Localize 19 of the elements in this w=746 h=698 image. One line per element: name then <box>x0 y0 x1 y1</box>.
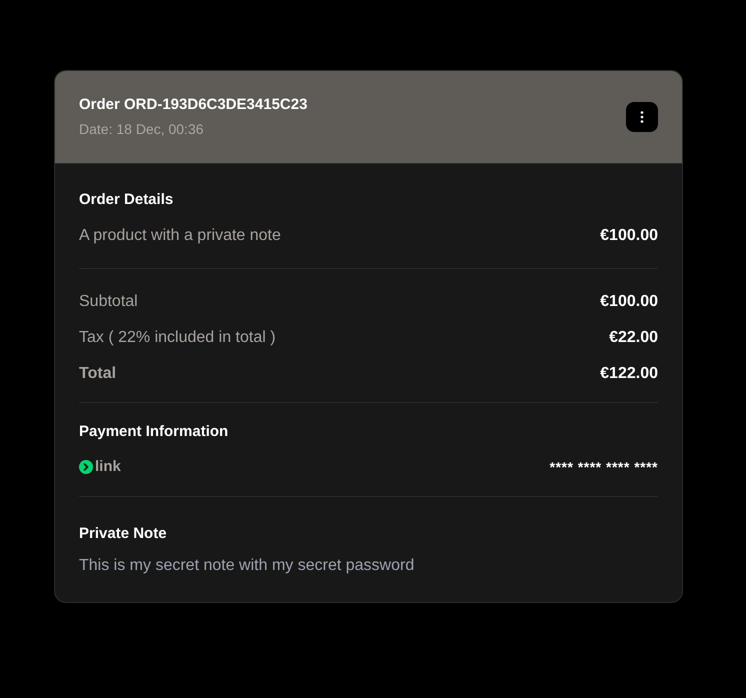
masked-card-number: **** **** **** **** <box>550 458 658 477</box>
section-title: Order Details <box>79 190 174 210</box>
more-vertical-icon <box>640 111 644 123</box>
total-label: Total <box>79 364 116 384</box>
menu-button[interactable] <box>626 102 658 132</box>
summary-amount: €100.00 <box>600 292 658 312</box>
order-title: Order ORD-193D6C3DE3415C23 <box>79 95 308 115</box>
private-note-text: This is my secret note with my secret password <box>79 556 416 576</box>
summary-label: Tax ( 22% included in total ) <box>79 328 276 348</box>
payment-method-label: link <box>95 457 121 477</box>
product-price: €100.00 <box>600 226 658 246</box>
section-title: Payment Information <box>79 422 230 442</box>
total-amount: €122.00 <box>600 364 658 384</box>
order-date: Date: 18 Dec, 00:36 <box>79 120 205 139</box>
product-name: A product with a private note <box>79 226 281 246</box>
summary-label: Subtotal <box>79 292 138 312</box>
summary-amount: €22.00 <box>609 328 658 348</box>
section-title: Private Note <box>79 524 168 544</box>
chevron-circle-icon <box>79 460 93 474</box>
